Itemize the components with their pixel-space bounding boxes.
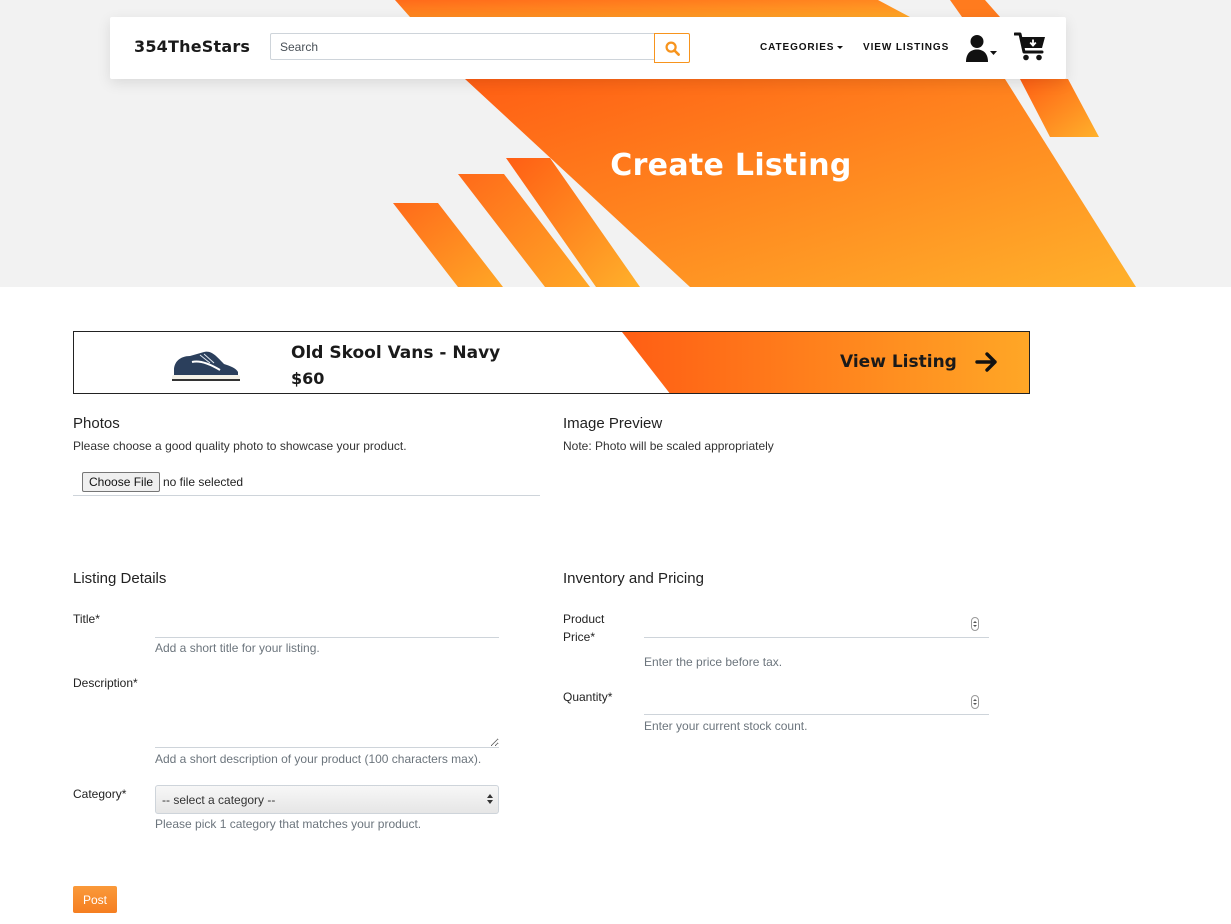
price-help-text: Enter the price before tax. [644,655,783,669]
choose-file-button[interactable]: Choose File [82,472,161,492]
category-select[interactable]: -- select a category -- [155,785,499,814]
view-listings-link[interactable]: VIEW LISTINGS [863,42,949,53]
cart-icon [1013,32,1045,61]
categories-label: CATEGORIES [760,42,835,53]
arrow-right-icon [975,352,997,372]
view-listing-link[interactable]: View Listing [840,349,999,375]
title-input[interactable] [155,613,499,638]
title-label: Title* [73,612,100,626]
quantity-stepper[interactable] [971,695,979,709]
photos-help-text: Please choose a good quality photo to sh… [73,439,407,453]
price-label-line2: Price* [563,630,596,644]
price-stepper[interactable] [971,617,979,631]
preview-product-name: Old Skool Vans - Navy [291,343,501,363]
brand-logo[interactable]: 354TheStars [134,37,250,56]
price-label-line1: Product [563,612,605,626]
photos-heading: Photos [73,415,120,432]
search-input[interactable] [270,33,655,60]
title-help-text: Add a short title for your listing. [155,641,320,655]
search-icon [664,40,680,56]
image-preview-note: Note: Photo will be scaled appropriately [563,439,774,453]
photo-file-input[interactable]: Choose File no file selected [73,471,540,496]
price-label: Product Price* [563,610,604,646]
description-label: Description* [73,676,138,690]
chevron-down-icon [837,45,844,49]
price-input[interactable] [644,613,989,638]
cart-button[interactable] [1013,31,1048,63]
description-textarea[interactable] [155,676,499,748]
product-thumbnail [172,351,240,381]
quantity-input[interactable] [644,690,989,715]
quantity-help-text: Enter your current stock count. [644,719,808,733]
category-selected-value: -- select a category -- [162,793,276,807]
user-icon [966,35,997,62]
categories-dropdown[interactable]: CATEGORIES [760,42,844,53]
top-navbar: 354TheStars CATEGORIES VIEW LISTINGS [110,17,1066,79]
user-menu-button[interactable] [965,33,1001,63]
view-listing-label: View Listing [840,352,957,372]
inventory-heading: Inventory and Pricing [563,570,704,587]
listing-preview-banner: Old Skool Vans - Navy $60 View Listing [73,331,1030,394]
preview-product-price: $60 [291,369,325,388]
post-button[interactable]: Post [73,886,117,913]
select-arrows-icon [487,794,493,804]
description-help-text: Add a short description of your product … [155,752,482,766]
file-status-text: no file selected [163,475,244,489]
category-label: Category* [73,787,127,801]
image-preview-heading: Image Preview [563,415,663,432]
category-help-text: Please pick 1 category that matches your… [155,817,422,831]
listing-details-heading: Listing Details [73,570,167,587]
search-button[interactable] [654,33,690,63]
quantity-label: Quantity* [563,690,613,704]
